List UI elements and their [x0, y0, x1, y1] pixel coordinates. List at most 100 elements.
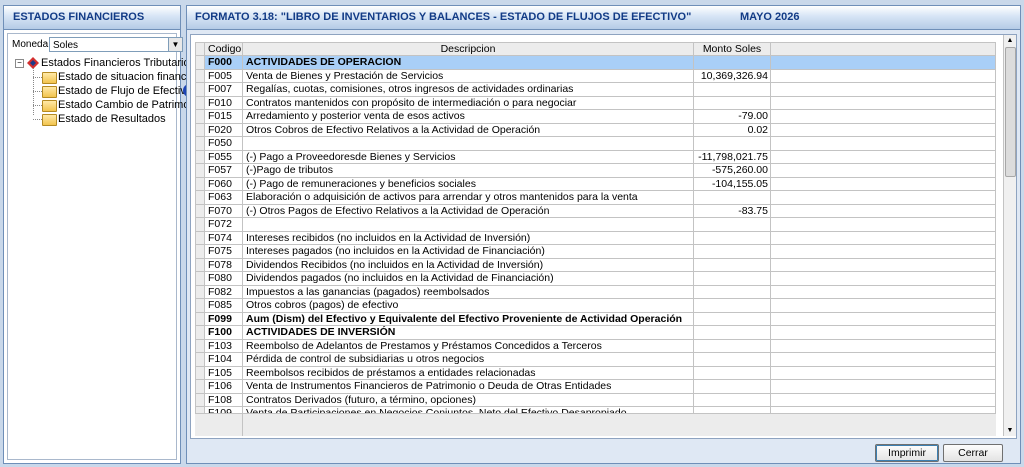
cell-empty[interactable] — [770, 244, 996, 259]
cell-descripcion[interactable]: Dividendos pagados (no incluidos en la A… — [242, 271, 694, 286]
cell-monto[interactable] — [693, 190, 771, 205]
row-selector[interactable] — [195, 298, 205, 313]
table-row[interactable]: F104 Pérdida de control de subsidiarias u… — [195, 352, 996, 367]
cell-codigo[interactable]: F007 — [204, 82, 243, 97]
column-header-codigo[interactable]: Codigo — [204, 42, 243, 56]
cell-monto[interactable]: 10,369,326.94 — [693, 68, 771, 83]
table-row[interactable]: F007 Regalías, cuotas, comisiones, otros … — [195, 82, 996, 97]
row-selector[interactable] — [195, 122, 205, 137]
table-row[interactable]: F074 Intereses recibidos (no incluidos en… — [195, 230, 996, 245]
table-row[interactable]: F000 ACTIVIDADES DE OPERACION — [195, 55, 996, 70]
cell-codigo[interactable]: F104 — [204, 352, 243, 367]
row-selector[interactable] — [195, 176, 205, 191]
table-row[interactable]: F082 Impuestos a las ganancias (pagados) … — [195, 284, 996, 299]
cell-monto[interactable]: 0.02 — [693, 122, 771, 137]
cell-codigo[interactable]: F082 — [204, 284, 243, 299]
row-selector[interactable] — [195, 284, 205, 299]
row-selector[interactable] — [195, 325, 205, 340]
cell-monto[interactable] — [693, 352, 771, 367]
cell-codigo[interactable]: F106 — [204, 379, 243, 394]
table-row[interactable]: F005 Venta de Bienes y Prestación de Serv… — [195, 68, 996, 83]
cell-codigo[interactable]: F099 — [204, 311, 243, 326]
table-row[interactable]: F020 Otros Cobros de Efectivo Relativos a… — [195, 122, 996, 137]
tree-root[interactable]: − Estados Financieros Tributarios — [12, 56, 195, 70]
cell-monto[interactable] — [693, 311, 771, 326]
cerrar-button[interactable]: Cerrar — [943, 444, 1003, 462]
cell-descripcion[interactable] — [242, 217, 694, 232]
cell-codigo[interactable]: F085 — [204, 298, 243, 313]
table-row[interactable]: F106 Venta de Instrumentos Financieros de… — [195, 379, 996, 394]
cell-empty[interactable] — [770, 298, 996, 313]
row-selector[interactable] — [195, 55, 205, 70]
cell-monto[interactable] — [693, 298, 771, 313]
cell-descripcion[interactable]: Aum (Dism) del Efectivo y Equivalente de… — [242, 311, 694, 326]
row-selector[interactable] — [195, 163, 205, 178]
column-header-descripcion[interactable]: Descripcion — [242, 42, 694, 56]
table-row[interactable]: F057 (-)Pago de tributos -575,260.00 — [195, 163, 996, 178]
cell-empty[interactable] — [770, 365, 996, 380]
table-row[interactable]: F078 Dividendos Recibidos (no incluidos e… — [195, 257, 996, 272]
table-row[interactable]: F072 — [195, 217, 996, 232]
cell-monto[interactable] — [693, 136, 771, 151]
cell-descripcion[interactable]: Otros cobros (pagos) de efectivo — [242, 298, 694, 313]
cell-codigo[interactable]: F057 — [204, 163, 243, 178]
cell-codigo[interactable]: F020 — [204, 122, 243, 137]
cell-codigo[interactable]: F060 — [204, 176, 243, 191]
cell-codigo[interactable]: F100 — [204, 325, 243, 340]
cell-empty[interactable] — [770, 136, 996, 151]
cell-empty[interactable] — [770, 68, 996, 83]
cell-empty[interactable] — [770, 109, 996, 124]
row-selector[interactable] — [195, 379, 205, 394]
cell-monto[interactable] — [693, 257, 771, 272]
cell-descripcion[interactable]: (-) Otros Pagos de Efectivo Relativos a … — [242, 203, 694, 218]
cell-descripcion[interactable]: Contratos Derivados (futuro, a término, … — [242, 392, 694, 407]
cell-codigo[interactable]: F078 — [204, 257, 243, 272]
row-selector[interactable] — [195, 230, 205, 245]
table-row[interactable]: F060 (-) Pago de remuneraciones y benefic… — [195, 176, 996, 191]
chevron-down-icon[interactable]: ▼ — [168, 38, 182, 51]
row-selector[interactable] — [195, 68, 205, 83]
row-selector[interactable] — [195, 244, 205, 259]
cell-descripcion[interactable]: Intereses pagados (no incluidos en la Ac… — [242, 244, 694, 259]
imprimir-button[interactable]: Imprimir — [875, 444, 939, 462]
cell-monto[interactable] — [693, 230, 771, 245]
cell-descripcion[interactable]: Venta de Bienes y Prestación de Servicio… — [242, 68, 694, 83]
cell-monto[interactable] — [693, 284, 771, 299]
cell-monto[interactable] — [693, 271, 771, 286]
cell-descripcion[interactable]: Contratos mantenidos con propósito de in… — [242, 95, 694, 110]
cell-monto[interactable] — [693, 82, 771, 97]
cell-monto[interactable] — [693, 325, 771, 340]
cell-codigo[interactable]: F055 — [204, 149, 243, 164]
table-row[interactable]: F015 Arredamiento y posterior venta de es… — [195, 109, 996, 124]
tree-item-flujo-efectivo[interactable]: Estado de Flujo de Efectivo 1 — [12, 84, 196, 98]
cell-empty[interactable] — [770, 217, 996, 232]
table-row[interactable]: F075 Intereses pagados (no incluidos en l… — [195, 244, 996, 259]
cell-empty[interactable] — [770, 392, 996, 407]
cell-empty[interactable] — [770, 325, 996, 340]
cell-empty[interactable] — [770, 352, 996, 367]
row-selector[interactable] — [195, 257, 205, 272]
table-row[interactable]: F103 Reembolso de Adelantos de Prestamos … — [195, 338, 996, 353]
row-selector[interactable] — [195, 365, 205, 380]
cell-codigo[interactable]: F063 — [204, 190, 243, 205]
cell-empty[interactable] — [770, 82, 996, 97]
cell-empty[interactable] — [770, 230, 996, 245]
cell-codigo[interactable]: F105 — [204, 365, 243, 380]
table-row[interactable]: F108 Contratos Derivados (futuro, a térmi… — [195, 392, 996, 407]
collapse-icon[interactable]: − — [15, 59, 24, 68]
cell-descripcion[interactable]: Pérdida de control de subsidiarias u otr… — [242, 352, 694, 367]
cell-codigo[interactable]: F108 — [204, 392, 243, 407]
row-selector[interactable] — [195, 109, 205, 124]
cell-monto[interactable]: -83.75 — [693, 203, 771, 218]
cell-codigo[interactable]: F010 — [204, 95, 243, 110]
cell-descripcion[interactable]: Venta de Instrumentos Financieros de Pat… — [242, 379, 694, 394]
row-selector[interactable] — [195, 217, 205, 232]
cell-monto[interactable] — [693, 55, 771, 70]
moneda-select[interactable]: Soles ▼ — [49, 37, 183, 52]
cell-monto[interactable] — [693, 244, 771, 259]
table-row[interactable]: F070 (-) Otros Pagos de Efectivo Relativo… — [195, 203, 996, 218]
table-row[interactable]: F099 Aum (Dism) del Efectivo y Equivalent… — [195, 311, 996, 326]
cell-empty[interactable] — [770, 163, 996, 178]
cell-empty[interactable] — [770, 55, 996, 70]
scroll-thumb[interactable] — [1005, 47, 1016, 177]
